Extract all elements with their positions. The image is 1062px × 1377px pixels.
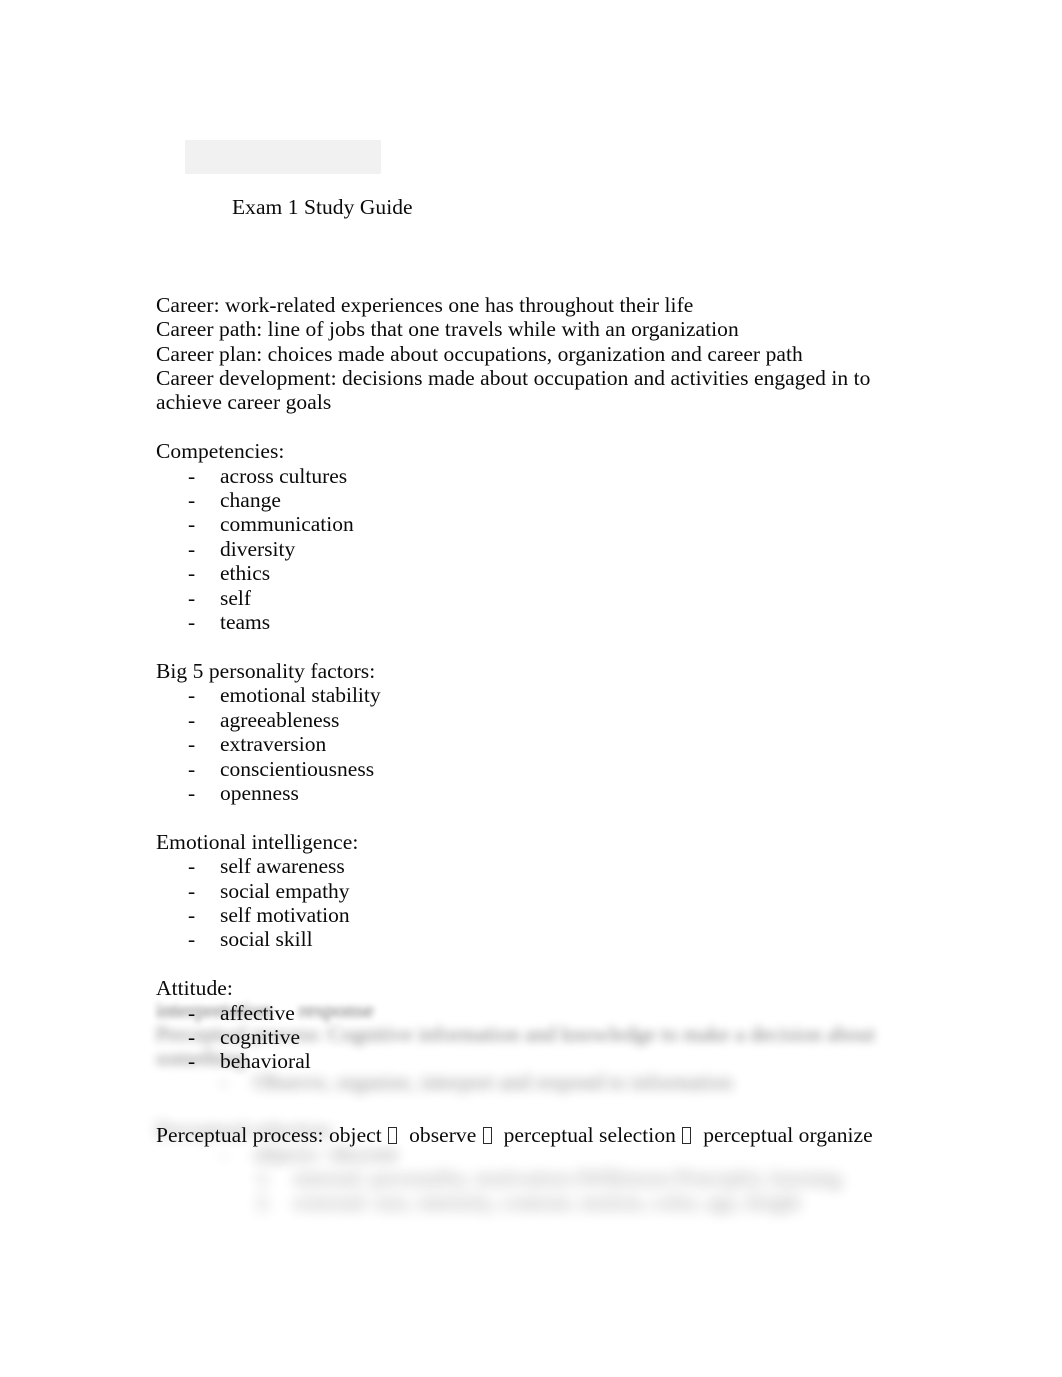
dash-marker: - bbox=[188, 780, 196, 805]
list-item: - across cultures bbox=[156, 464, 916, 488]
dash-marker: - bbox=[188, 683, 196, 708]
perceptual-process-line: Perceptual process: object observe perce… bbox=[156, 1123, 916, 1147]
dash-marker: - bbox=[188, 610, 196, 635]
perceptual-step-selection: perceptual selection bbox=[503, 1122, 676, 1147]
preview-fade-mask bbox=[0, 1215, 1062, 1377]
dash-marker: - bbox=[188, 707, 196, 732]
list-item-label: social skill bbox=[220, 927, 313, 952]
list-item-label: extraversion bbox=[220, 732, 327, 757]
dash-marker: - bbox=[188, 512, 196, 537]
perceptual-process-label: Perceptual process: bbox=[156, 1122, 324, 1147]
section-heading-emotional-intelligence: Emotional intelligence: bbox=[156, 829, 359, 854]
list-item: - communication bbox=[156, 512, 916, 536]
list-item: - extraversion bbox=[156, 732, 916, 756]
dash-marker: - bbox=[188, 1049, 196, 1074]
list-item-label: self motivation bbox=[220, 902, 350, 927]
perceptual-step-organize: perceptual organize bbox=[703, 1122, 873, 1147]
dash-marker: - bbox=[188, 463, 196, 488]
list-item: - cognitive bbox=[156, 1025, 916, 1049]
list-item: - conscientiousness bbox=[156, 757, 916, 781]
list-emotional-intelligence: - self awareness - social empathy - self mo… bbox=[156, 854, 916, 952]
document-page: Exam 1 Study Guide Career: work-related … bbox=[0, 0, 1062, 1377]
list-item: - self awareness bbox=[156, 854, 916, 878]
definition-career-plan: Career plan: choices made about occupati… bbox=[156, 341, 803, 366]
list-item-label: behavioral bbox=[220, 1049, 311, 1074]
list-item-label: cognitive bbox=[220, 1024, 301, 1049]
list-item-label: communication bbox=[220, 512, 354, 537]
list-item-label: teams bbox=[220, 610, 271, 635]
title-highlight bbox=[184, 140, 381, 175]
list-item-label: diversity bbox=[220, 536, 296, 561]
dash-marker: - bbox=[188, 732, 196, 757]
list-item: - self bbox=[156, 586, 916, 610]
list-item-label: emotional stability bbox=[220, 683, 381, 708]
dash-marker: - bbox=[188, 585, 196, 610]
dash-marker: - bbox=[188, 927, 196, 952]
list-item: - teams bbox=[156, 610, 916, 634]
section-heading-attitude: Attitude: bbox=[156, 976, 233, 1001]
dash-marker: - bbox=[188, 854, 196, 879]
arrow-missing-glyph-icon bbox=[388, 1126, 398, 1144]
list-item-label: agreeableness bbox=[220, 707, 340, 732]
list-item: - emotional stability bbox=[156, 683, 916, 707]
list-big5: - emotional stability - agreeableness - ext… bbox=[156, 683, 916, 805]
list-item-label: change bbox=[220, 488, 281, 513]
blurred-line: 1. internal: personality, motivation (Wi… bbox=[256, 1166, 842, 1190]
perceptual-step-object: object bbox=[328, 1122, 382, 1147]
page-title-line: Exam 1 Study Guide bbox=[156, 122, 916, 268]
list-item: - diversity bbox=[156, 537, 916, 561]
dash-marker: - bbox=[188, 1000, 196, 1025]
arrow-missing-glyph-icon bbox=[682, 1126, 692, 1144]
dash-marker: - bbox=[188, 536, 196, 561]
dash-marker: - bbox=[188, 561, 196, 586]
list-competencies: - across cultures - change - communication … bbox=[156, 464, 916, 635]
perceptual-step-observe: observe bbox=[409, 1122, 477, 1147]
dash-marker: - bbox=[188, 902, 196, 927]
list-item: - ethics bbox=[156, 561, 916, 585]
definition-career-path: Career path: line of jobs that one trave… bbox=[156, 317, 739, 342]
list-item: - change bbox=[156, 488, 916, 512]
dash-marker: - bbox=[188, 756, 196, 781]
list-item-label: openness bbox=[220, 780, 299, 805]
list-item-label: across cultures bbox=[220, 463, 348, 488]
page-title-wrap: Exam 1 Study Guide bbox=[184, 140, 413, 244]
arrow-missing-glyph-icon bbox=[482, 1126, 492, 1144]
dash-marker: - bbox=[188, 878, 196, 903]
definition-career: Career: work-related experiences one has… bbox=[156, 292, 694, 317]
list-item-label: social empathy bbox=[220, 878, 350, 903]
dash-marker: - bbox=[188, 488, 196, 513]
list-attitude: - affective - cognitive - behavioral bbox=[156, 1001, 916, 1074]
list-item: - social empathy bbox=[156, 879, 916, 903]
list-item: - agreeableness bbox=[156, 708, 916, 732]
blurred-line: 2. external: size, intensity, contrast, … bbox=[256, 1190, 801, 1214]
list-item-label: conscientiousness bbox=[220, 756, 375, 781]
list-item: - behavioral bbox=[156, 1049, 916, 1073]
list-item-label: affective bbox=[220, 1000, 295, 1025]
definition-career-development: Career development: decisions made about… bbox=[156, 366, 876, 415]
section-heading-competencies: Competencies: bbox=[156, 439, 285, 464]
section-heading-big5: Big 5 personality factors: bbox=[156, 658, 376, 683]
document-body: Exam 1 Study Guide Career: work-related … bbox=[156, 122, 916, 1147]
list-item-label: self bbox=[220, 585, 252, 610]
list-item-label: ethics bbox=[220, 561, 271, 586]
list-item: - openness bbox=[156, 781, 916, 805]
dash-marker: - bbox=[188, 1024, 196, 1049]
page-title: Exam 1 Study Guide bbox=[231, 195, 413, 220]
list-item: - affective bbox=[156, 1001, 916, 1025]
list-item: - social skill bbox=[156, 927, 916, 951]
list-item: - self motivation bbox=[156, 903, 916, 927]
list-item-label: self awareness bbox=[220, 854, 345, 879]
